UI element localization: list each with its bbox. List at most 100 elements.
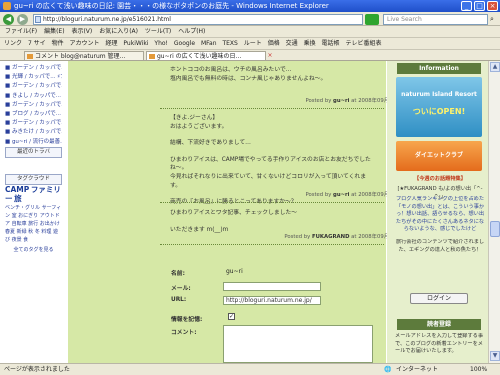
main-column: ホントココのお風呂は、ウチの風呂みたいで… 塩内風呂でも無料の時は、コンナ風じゃ… bbox=[68, 61, 418, 363]
status-bar: ページが表示されました 🌐 インターネット 100% bbox=[0, 363, 500, 375]
name-value: gu~ri bbox=[226, 268, 243, 275]
forward-icon[interactable]: ▶ bbox=[17, 14, 28, 25]
go-button[interactable] bbox=[365, 14, 379, 25]
menu-favorites[interactable]: お気に入り(A) bbox=[99, 28, 138, 35]
recent-comment-link[interactable]: ■ ブログ / カッパで... ♯ファミキサー bbox=[5, 110, 62, 119]
link-item[interactable]: 乗換 bbox=[304, 40, 316, 47]
link-item[interactable]: テレビ番組表 bbox=[345, 40, 381, 47]
link-item[interactable]: 電話帳 bbox=[322, 40, 340, 47]
menu-tools[interactable]: ツール(T) bbox=[145, 28, 171, 35]
link-item[interactable]: 価格 bbox=[268, 40, 280, 47]
comment-line: 今見ればそれなりに出来ていて、甘くないけどコロリが入って頂いてくれます。 bbox=[170, 173, 366, 189]
back-icon[interactable]: ◀ bbox=[3, 14, 14, 25]
tab-label: コメント blog@naturum 管理... bbox=[35, 53, 126, 60]
diet-club-banner[interactable]: ダイエットクラブ bbox=[396, 141, 482, 171]
comment-line: ひまわりアイスとワタ記事、チェックしました〜 bbox=[170, 210, 298, 216]
tag-links-small[interactable]: ベンチ・グリル サーフィン 室 おにぎり アウトドア 自転車 旅行 お出かけ 春… bbox=[5, 204, 62, 244]
feature-link[interactable]: 【今週のお話題特集】 bbox=[395, 176, 485, 184]
tab-comment-admin[interactable]: コメント blog@naturum 管理... bbox=[24, 51, 144, 61]
posted-by-label: Posted by bbox=[284, 234, 311, 240]
recent-comment-link[interactable]: ■ ガーデン / カッパで... ♯ファミキサー bbox=[5, 119, 62, 128]
comment-author[interactable]: FUKAGRAND bbox=[312, 234, 349, 240]
mail-label: メール: bbox=[171, 286, 191, 292]
menu-help[interactable]: ヘルプ(H) bbox=[178, 28, 205, 35]
banner-subtitle: ついにOPEN! bbox=[412, 107, 466, 116]
comment-line: ホントココのお風呂は、ウチの風呂みたいで… bbox=[170, 67, 292, 73]
banner-title: naturum Island Resort bbox=[401, 91, 477, 98]
close-button[interactable]: × bbox=[487, 1, 498, 11]
tagcloud-heading: タグクラウド bbox=[5, 174, 62, 185]
comment-line: 結構、下流好きでありまして… bbox=[170, 140, 251, 147]
recent-comment-link[interactable]: ■ ガーデン / カッパで... ♯ファミキサー bbox=[5, 64, 62, 73]
recent-comment-link[interactable]: ■ きよし / カッパで... ♯ファミキサー bbox=[5, 92, 62, 101]
address-input[interactable]: http://bloguri.naturum.ne.jp/e516021.htm… bbox=[33, 14, 363, 25]
island-resort-banner[interactable]: naturum Island Resort ついにOPEN! bbox=[396, 77, 482, 137]
comment-line: 塩内風呂でも無料の時は、コンナ風じゃありませんよね〜。 bbox=[170, 75, 327, 82]
menu-file[interactable]: ファイル(F) bbox=[5, 28, 37, 35]
link-item[interactable]: ルート bbox=[244, 40, 262, 47]
zone-label: インターネット bbox=[396, 366, 439, 373]
scroll-up-icon[interactable]: ▲ bbox=[490, 62, 500, 72]
divider bbox=[160, 202, 384, 203]
tag-link[interactable]: 旅 bbox=[14, 194, 22, 203]
menu-edit[interactable]: 編集(E) bbox=[44, 28, 64, 35]
recent-comment-link[interactable]: ■ ガーデン / カッパで... ♯ファミキサー bbox=[5, 101, 62, 110]
comment-author[interactable]: gu~ri bbox=[333, 192, 349, 198]
link-item[interactable]: アカウント bbox=[70, 40, 100, 47]
link-item[interactable]: 経理 bbox=[105, 40, 117, 47]
scroll-down-icon[interactable]: ▼ bbox=[490, 351, 500, 361]
link-item[interactable]: Yho! bbox=[154, 40, 168, 47]
all-tags-link[interactable]: 全てのタグを見る bbox=[5, 246, 62, 254]
minimize-button[interactable]: _ bbox=[461, 1, 472, 11]
tab-label: gu~ri の広くて浅い趣味の日... bbox=[157, 53, 242, 60]
links-bar: リンク 7 サイ 物件 アカウント 経理 PukiWiki Yho! Googl… bbox=[0, 37, 500, 49]
comment-label: コメント: bbox=[171, 330, 197, 336]
address-row: ◀ ▶ http://bloguri.naturum.ne.jp/e516021… bbox=[0, 12, 500, 26]
login-button[interactable]: ログイン bbox=[410, 293, 468, 304]
link-item[interactable]: 7 サイ bbox=[28, 40, 46, 47]
menu-view[interactable]: 表示(V) bbox=[71, 28, 92, 35]
tabs-bar: コメント blog@naturum 管理... gu~ri の広くて浅い趣味の日… bbox=[0, 49, 500, 61]
window-title: gu~ri の広くて浅い趣味の日記: 園芸・・・の様なボタポンのお庭先 - Wi… bbox=[14, 2, 329, 10]
tab-page-icon bbox=[149, 54, 155, 59]
link-item[interactable]: MFan bbox=[201, 40, 217, 47]
news-text: 旅行会社のコンテンツで紹介されました、エギングの達人と秋の魚たち！ bbox=[395, 239, 485, 253]
tab-blog[interactable]: gu~ri の広くて浅い趣味の日... bbox=[146, 51, 266, 61]
page-icon bbox=[35, 16, 41, 23]
at-label: at bbox=[351, 98, 357, 104]
search-input[interactable]: Live Search bbox=[383, 14, 488, 25]
recent-comment-link[interactable]: ■ みきたけ / カッパで... ♯ファミキサー bbox=[5, 128, 62, 137]
tag-link[interactable]: CAMP bbox=[5, 185, 29, 194]
tab-close-icon[interactable]: × bbox=[266, 52, 274, 60]
divider bbox=[160, 108, 384, 109]
comment-body: ひまわりアイスとワタ記事、チェックしました〜 いただきます m(__)m bbox=[170, 209, 375, 234]
link-item[interactable]: TEXS bbox=[222, 40, 237, 47]
left-sidebar: ■ ガーデン / カッパで... ♯ファミキサー ■ 光輝 / カッパで... … bbox=[0, 61, 67, 363]
recent-comment-link[interactable]: ■ ガーデン / カッパで... ♯ファミキサー bbox=[5, 82, 62, 91]
recent-comment-link[interactable]: ■ 光輝 / カッパで... ♯ファミキサー bbox=[5, 73, 62, 82]
scroll-thumb[interactable] bbox=[490, 221, 500, 237]
search-icon[interactable]: ⌕ bbox=[490, 15, 494, 24]
link-item[interactable]: 交通 bbox=[286, 40, 298, 47]
right-column: Information naturum Island Resort ついにOPE… bbox=[387, 61, 488, 363]
link-item[interactable]: 物件 bbox=[52, 40, 64, 47]
url-input[interactable]: http://bloguri.naturum.ne.jp/ bbox=[223, 296, 321, 305]
remember-checkbox[interactable]: ✓ bbox=[228, 313, 235, 320]
comment-line: ひまわりアイスは、CAMP場でやってる手作りアイスのお店とお友だちでしたね〜。 bbox=[170, 156, 371, 172]
mail-input[interactable] bbox=[223, 282, 321, 291]
page-content: ■ ガーデン / カッパで... ♯ファミキサー ■ 光輝 / カッパで... … bbox=[0, 61, 488, 363]
link-item[interactable]: Google bbox=[174, 40, 195, 47]
vertical-scrollbar[interactable]: ▲ ▼ bbox=[488, 61, 500, 363]
maximize-button[interactable]: □ bbox=[474, 1, 485, 11]
at-label: at bbox=[351, 234, 357, 240]
comment-author[interactable]: gu~ri bbox=[333, 98, 349, 104]
comment-textarea[interactable] bbox=[223, 325, 373, 363]
link-item[interactable]: PukiWiki bbox=[123, 40, 148, 47]
zoom-level[interactable]: 100% bbox=[470, 364, 487, 375]
remember-label: 情報を記憶: bbox=[171, 317, 203, 323]
recent-comment-link[interactable]: ■ gu~ri / 流行の最善... ♯ファミキサー bbox=[5, 138, 62, 147]
url-label: URL: bbox=[171, 297, 187, 303]
information-heading: Information bbox=[397, 63, 481, 74]
